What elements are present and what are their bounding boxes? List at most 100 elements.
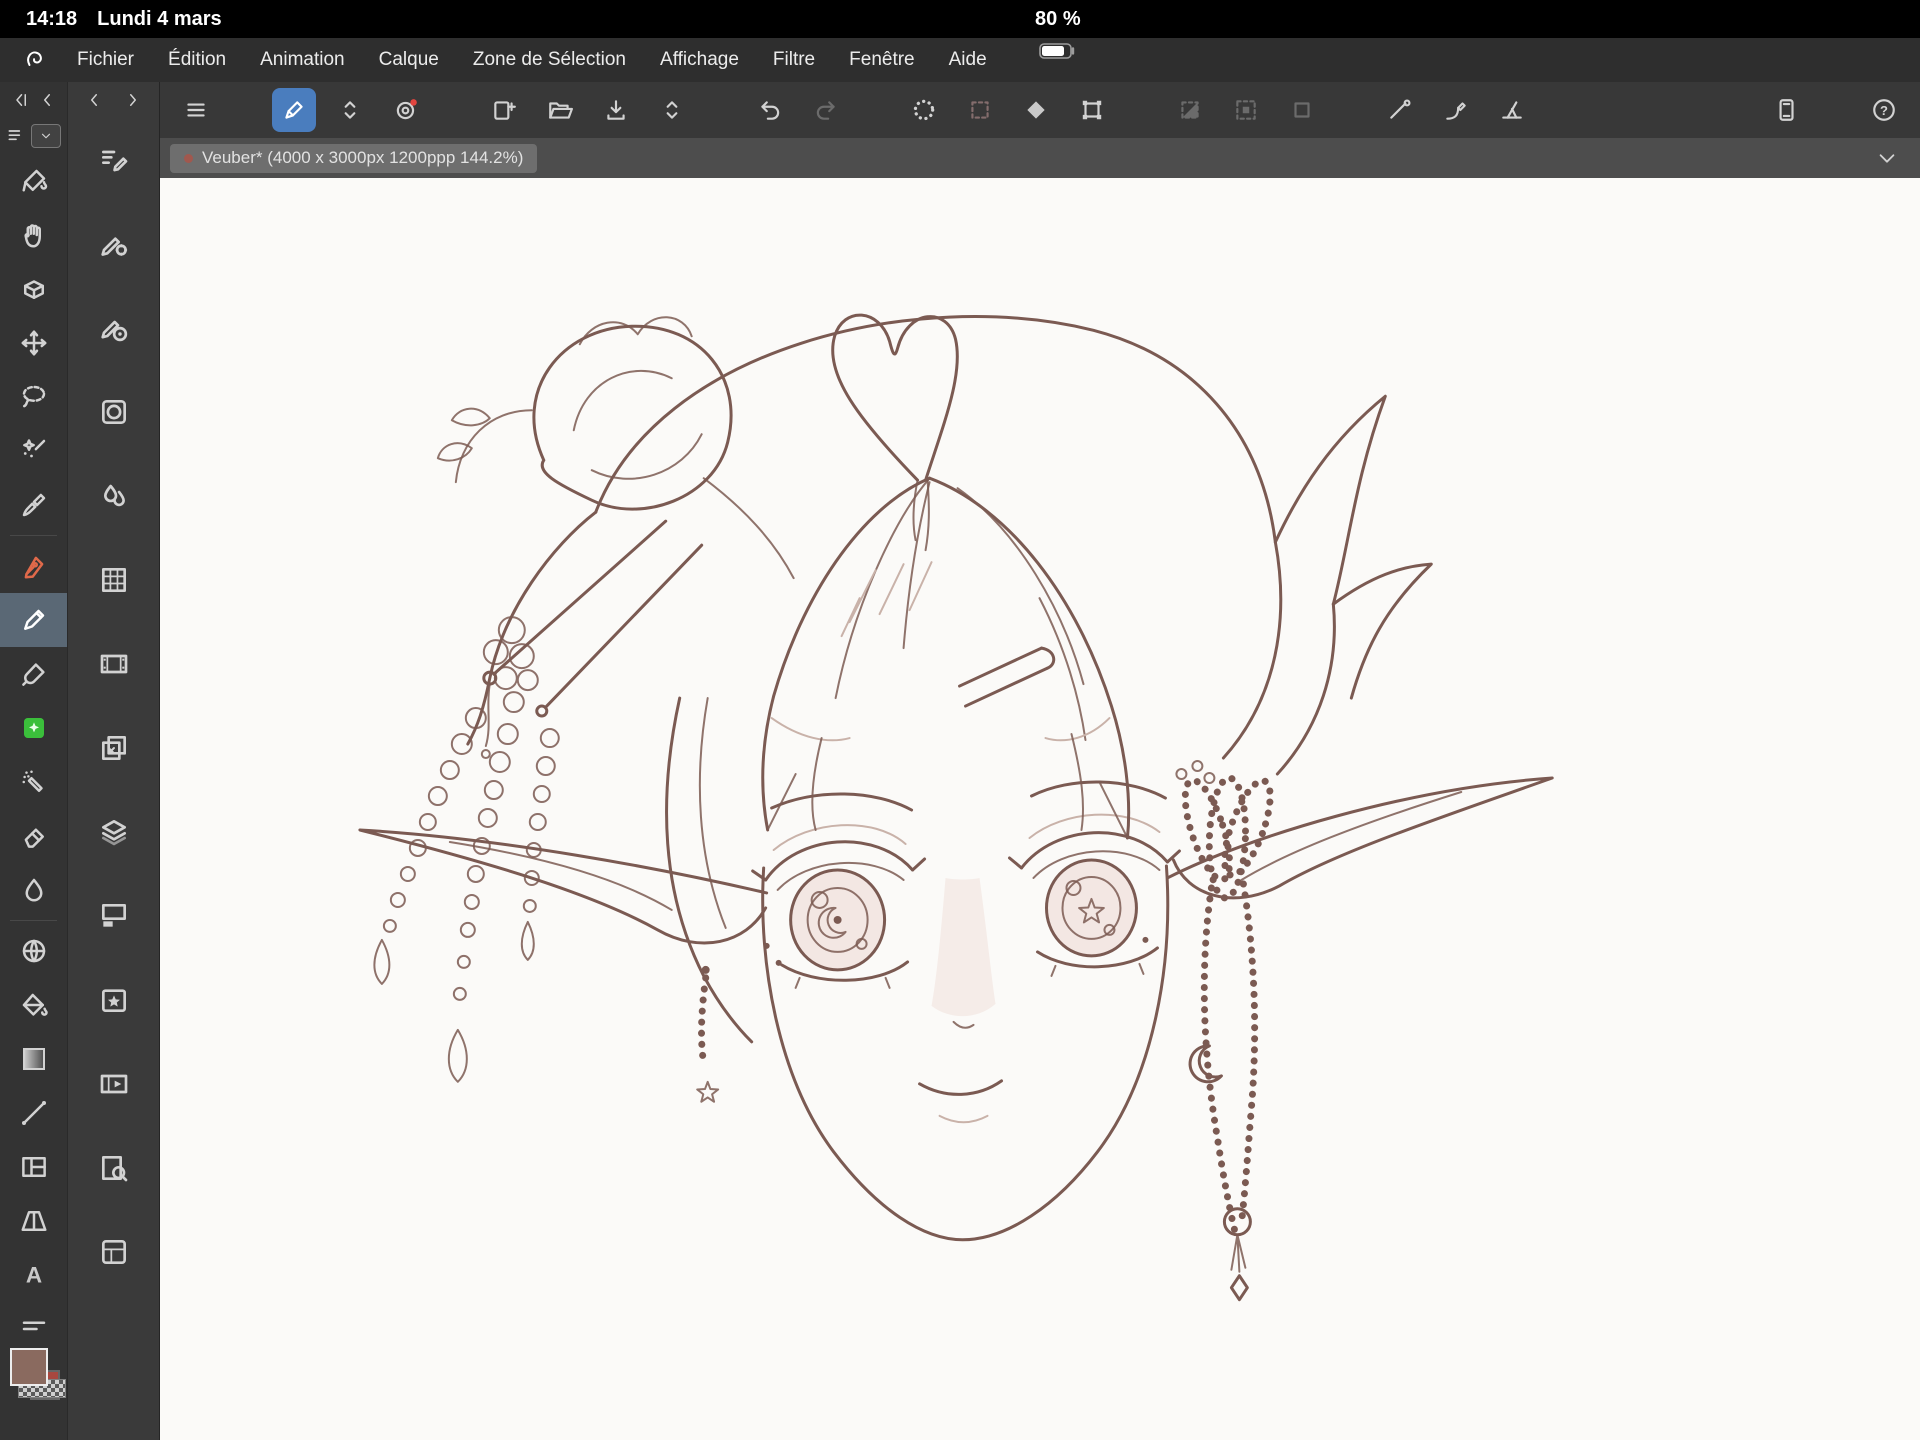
expand-right-icon[interactable]: [124, 91, 142, 109]
companion-mode-button[interactable]: [1764, 88, 1808, 132]
redo-button[interactable]: [804, 88, 848, 132]
palette-subview[interactable]: [68, 1126, 159, 1210]
palette-item-bank[interactable]: [68, 1210, 159, 1294]
palette-layers[interactable]: [68, 790, 159, 874]
snap-ruler-button[interactable]: [1378, 88, 1422, 132]
pen-nib-icon: [24, 556, 43, 579]
collapse-left-icon[interactable]: [85, 91, 103, 109]
save-switcher-button[interactable]: [650, 88, 694, 132]
tool-text[interactable]: A: [0, 1248, 67, 1302]
resource-ring-button[interactable]: [384, 88, 428, 132]
tool-move-layer[interactable]: [0, 316, 67, 370]
canvas[interactable]: .s{stroke:#7b5a52;fill:none;stroke-width…: [160, 178, 1920, 1440]
palette-animation-cels[interactable]: [68, 1042, 159, 1126]
tool-blend[interactable]: [0, 863, 67, 917]
tool-perspective[interactable]: [0, 1194, 67, 1248]
palette-quick-access[interactable]: [68, 118, 159, 202]
current-tool-button[interactable]: [272, 88, 316, 132]
tool-airbrush[interactable]: [0, 755, 67, 809]
sparkle-circle-icon: [913, 99, 935, 121]
primary-color-swatch[interactable]: [10, 1348, 48, 1386]
tab-bar-collapse[interactable]: [1876, 147, 1898, 169]
tool-decoration[interactable]: [0, 701, 67, 755]
tool-paint-pour[interactable]: [0, 154, 67, 208]
unsaved-dot: [184, 153, 193, 163]
menu-aide[interactable]: Aide: [932, 49, 1004, 71]
selection-invert-button[interactable]: [1168, 88, 1212, 132]
palette-tool-property[interactable]: [68, 370, 159, 454]
menu-calque[interactable]: Calque: [362, 49, 456, 71]
redo-icon: [816, 101, 835, 120]
new-canvas-button[interactable]: [482, 88, 526, 132]
tool-eraser[interactable]: [0, 809, 67, 863]
document-tab[interactable]: Veuber* (4000 x 3000px 1200ppp 144.2%): [170, 143, 538, 173]
palette-color-mix[interactable]: [68, 454, 159, 538]
new-document-icon: [494, 101, 516, 120]
menu-fichier[interactable]: Fichier: [60, 49, 151, 71]
star-folder-icon: [101, 989, 126, 1012]
export-save-button[interactable]: [594, 88, 638, 132]
selection-mask-button[interactable]: [1280, 88, 1324, 132]
menu-affichage[interactable]: Affichage: [643, 49, 756, 71]
menu-fenetre[interactable]: Fenêtre: [832, 49, 931, 71]
palette-subtool-detail[interactable]: [68, 202, 159, 286]
battery-percent: 80 %: [1035, 7, 1081, 30]
help-icon: ?: [1873, 99, 1895, 121]
tool-eyedropper[interactable]: [0, 478, 67, 532]
selection-expand-button[interactable]: [1224, 88, 1268, 132]
tool-fill[interactable]: [0, 978, 67, 1032]
palette-color-set[interactable]: [68, 538, 159, 622]
snap-special-ruler-button[interactable]: [1434, 88, 1478, 132]
tool-view-dropdown[interactable]: [31, 124, 61, 148]
text-tool-icon: A: [25, 1263, 41, 1288]
tool-switcher-button[interactable]: [328, 88, 372, 132]
main-menu-button[interactable]: [174, 88, 218, 132]
tool-auto-select[interactable]: [0, 424, 67, 478]
magnifier-doc-icon: [101, 1156, 127, 1182]
collapse-left-icon[interactable]: [11, 91, 29, 109]
tool-frame-border[interactable]: [0, 1140, 67, 1194]
clip-studio-logo[interactable]: [20, 48, 46, 72]
diamond-icon: [1027, 101, 1045, 119]
menu-selection[interactable]: Zone de Sélection: [456, 49, 643, 71]
tool-brush[interactable]: [0, 647, 67, 701]
tool-pen[interactable]: [0, 539, 67, 593]
frame-panels-icon: [21, 1157, 46, 1177]
collapse-panel-icon[interactable]: [38, 91, 56, 109]
tool-object[interactable]: [0, 262, 67, 316]
palette-timeline[interactable]: [68, 622, 159, 706]
list-icon[interactable]: [6, 126, 26, 146]
palette-layer-search[interactable]: [68, 706, 159, 790]
gradient-icon: [22, 1048, 45, 1070]
deselect-button[interactable]: [958, 88, 1002, 132]
tool-gradient[interactable]: [0, 1032, 67, 1086]
curve-pen-icon: [1446, 102, 1466, 120]
circle-square-icon: [101, 400, 126, 424]
menu-filtre[interactable]: Filtre: [756, 49, 832, 71]
tool-lasso-select[interactable]: [0, 370, 67, 424]
tool-column-header: [0, 82, 67, 118]
palette-layer-property[interactable]: [68, 874, 159, 958]
nested-square-icon: [1236, 100, 1256, 120]
tool-figure[interactable]: [0, 1086, 67, 1140]
tool-palette-menu: [0, 118, 67, 154]
two-droplets-icon: [103, 484, 125, 507]
pen-gear-icon: [100, 237, 127, 256]
undo-button[interactable]: [748, 88, 792, 132]
divider: [10, 920, 57, 921]
tablet-icon: [1779, 99, 1794, 121]
hand-icon: [23, 224, 41, 248]
transform-button[interactable]: [1070, 88, 1114, 132]
snap-perspective-button[interactable]: [1490, 88, 1534, 132]
menu-animation[interactable]: Animation: [243, 49, 362, 71]
palette-brush-size[interactable]: [68, 286, 159, 370]
select-launcher-button[interactable]: [902, 88, 946, 132]
menu-edition[interactable]: Édition: [151, 49, 243, 71]
help-button[interactable]: ?: [1862, 88, 1906, 132]
open-file-button[interactable]: [538, 88, 582, 132]
clear-selection-button[interactable]: [1014, 88, 1058, 132]
tool-hand[interactable]: [0, 208, 67, 262]
tool-pencil[interactable]: [0, 593, 67, 647]
tool-mesh[interactable]: [0, 924, 67, 978]
palette-materials[interactable]: [68, 958, 159, 1042]
